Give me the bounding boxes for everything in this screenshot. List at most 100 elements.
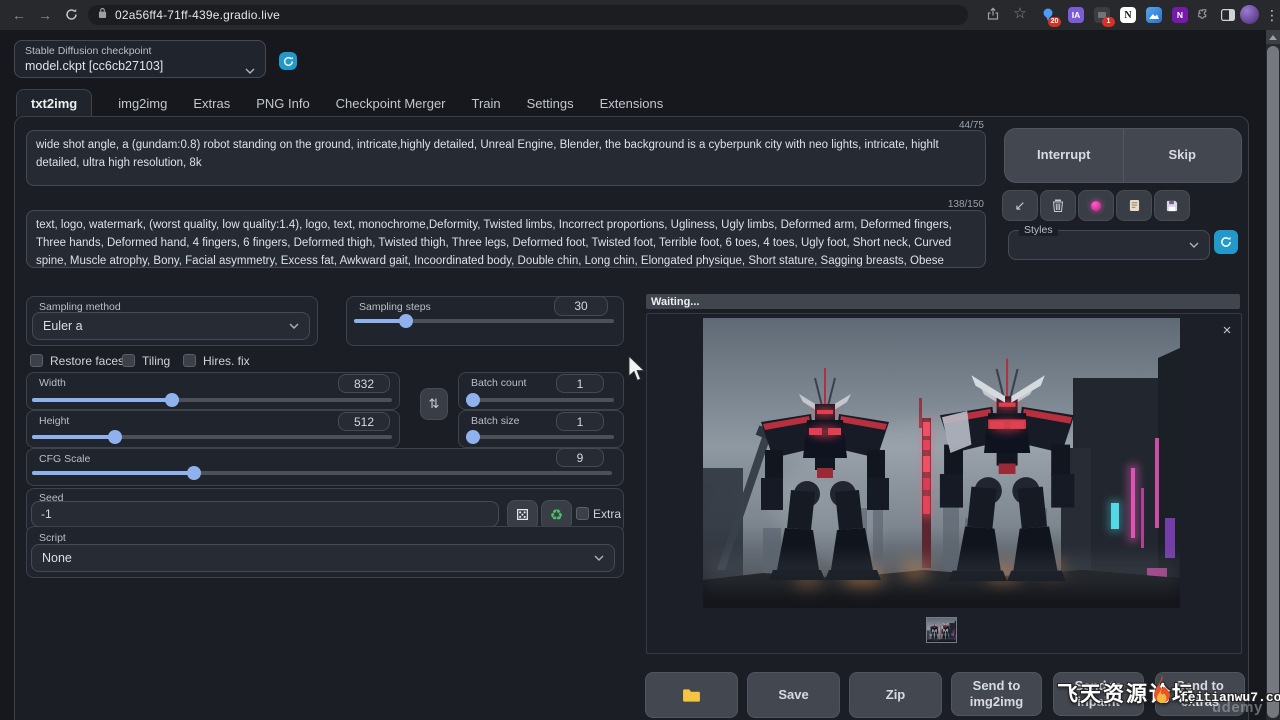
generated-image[interactable] (703, 318, 1180, 608)
ia-extension-icon[interactable]: IA (1068, 7, 1084, 23)
save-style-button[interactable] (1154, 190, 1190, 221)
image-extension-icon[interactable] (1146, 7, 1162, 23)
lock-icon (98, 6, 107, 24)
batch-count-label: Batch count (471, 377, 526, 389)
batch-count-value[interactable] (556, 374, 604, 393)
restore-faces-label: Restore faces (50, 354, 124, 368)
extra-networks-button[interactable] (1078, 190, 1114, 221)
pin-extension-badge: 20 (1048, 17, 1061, 27)
tab-img2img[interactable]: img2img (118, 96, 167, 111)
batch-count-slider[interactable] (466, 398, 614, 402)
extensions-puzzle-icon[interactable] (1196, 7, 1212, 23)
sampling-steps-slider[interactable] (354, 319, 614, 323)
onenote-extension-icon[interactable]: N (1172, 7, 1188, 23)
checkpoint-refresh-button[interactable] (279, 52, 297, 70)
sidebar-panel-icon[interactable] (1220, 7, 1236, 23)
tiling-checkbox[interactable] (122, 354, 135, 367)
height-label: Height (39, 415, 69, 427)
seed-extra-label: Extra (593, 507, 621, 521)
tab-extras[interactable]: Extras (193, 96, 230, 111)
tab-txt2img[interactable]: txt2img (16, 89, 92, 117)
tab-settings[interactable]: Settings (527, 96, 574, 111)
cfg-scale-block: CFG Scale (26, 448, 624, 486)
checkpoint-label: Stable Diffusion checkpoint (25, 45, 151, 57)
mouse-cursor (628, 356, 648, 389)
back-icon[interactable]: ← (10, 6, 28, 24)
batch-size-slider[interactable] (466, 435, 614, 439)
width-slider[interactable] (32, 398, 392, 402)
cfg-scale-label: CFG Scale (39, 453, 90, 465)
skip-button[interactable]: Skip (1124, 129, 1242, 182)
seed-extra-checkbox[interactable] (576, 507, 589, 520)
tab-extensions[interactable]: Extensions (600, 96, 664, 111)
pin-extension-icon[interactable]: 20 (1040, 7, 1056, 23)
slider-knob[interactable] (187, 466, 201, 480)
hires-fix-checkbox[interactable] (183, 354, 196, 367)
paste-params-button[interactable]: ↙ (1002, 190, 1038, 221)
screenshot-extension-badge: 1 (1102, 17, 1115, 27)
slider-knob[interactable] (399, 314, 413, 328)
send-to-img2img-button[interactable]: Send to img2img (951, 672, 1042, 716)
sampling-method-dropdown[interactable]: Euler a (32, 312, 310, 340)
height-value[interactable] (338, 412, 390, 431)
swap-dimensions-button[interactable]: ⇅ (420, 388, 448, 420)
progress-status: Waiting... (646, 294, 1240, 309)
url-text: 02a56ff4-71ff-439e.gradio.live (115, 8, 280, 22)
close-gallery-icon[interactable]: × (1218, 322, 1236, 340)
interrupt-button[interactable]: Interrupt (1005, 129, 1124, 182)
prompt-input[interactable]: wide shot angle, a (gundam:0.8) robot st… (26, 130, 986, 186)
apply-style-button[interactable] (1116, 190, 1152, 221)
script-label: Script (39, 532, 66, 544)
chevron-down-icon (245, 61, 255, 79)
batch-size-value[interactable] (556, 412, 604, 431)
seed-input[interactable] (31, 501, 499, 527)
notion-extension-icon[interactable]: N (1120, 7, 1136, 23)
slider-knob[interactable] (165, 393, 179, 407)
slider-knob[interactable] (466, 430, 480, 444)
cfg-scale-value[interactable] (556, 448, 604, 467)
styles-label: Styles (1019, 224, 1058, 236)
script-dropdown[interactable]: None (31, 544, 615, 572)
share-icon[interactable] (984, 7, 1002, 25)
chevron-down-icon (289, 323, 299, 329)
screen: ← → 02a56ff4-71ff-439e.gradio.live ☆ 20 … (0, 0, 1280, 720)
browser-menu-icon[interactable]: ⋮ (1263, 6, 1280, 24)
bookmark-star-icon[interactable]: ☆ (1011, 5, 1029, 23)
styles-refresh-button[interactable] (1214, 230, 1238, 254)
refresh-icon[interactable] (62, 6, 80, 24)
sampling-steps-label: Sampling steps (359, 301, 431, 313)
udemy-watermark: udemy (1212, 699, 1263, 716)
height-slider[interactable] (32, 435, 392, 439)
interrupt-skip-group: Interrupt Skip (1004, 128, 1242, 183)
tab-png-info[interactable]: PNG Info (256, 96, 309, 111)
save-button[interactable]: Save (747, 672, 840, 718)
open-folder-button[interactable] (645, 672, 738, 718)
forward-icon[interactable]: → (36, 6, 54, 24)
tab-checkpoint-merger[interactable]: Checkpoint Merger (336, 96, 446, 111)
chevron-down-icon (1189, 242, 1199, 248)
negative-prompt-input[interactable]: text, logo, watermark, (worst quality, l… (26, 210, 986, 268)
tab-train[interactable]: Train (472, 96, 501, 111)
scrollbar-up-icon[interactable] (1266, 30, 1280, 44)
styles-dropdown[interactable]: Styles (1008, 230, 1210, 260)
restore-faces-checkbox[interactable] (30, 354, 43, 367)
slider-knob[interactable] (466, 393, 480, 407)
address-bar[interactable]: 02a56ff4-71ff-439e.gradio.live (88, 5, 968, 25)
slider-knob[interactable] (108, 430, 122, 444)
browser-toolbar: ← → 02a56ff4-71ff-439e.gradio.live ☆ 20 … (0, 0, 1280, 31)
folder-icon (682, 688, 701, 703)
profile-avatar[interactable] (1240, 5, 1259, 24)
sampling-steps-value[interactable] (554, 296, 608, 316)
screenshot-extension-icon[interactable]: 1 (1094, 7, 1110, 23)
gallery-thumbnail[interactable] (926, 617, 957, 643)
zip-button[interactable]: Zip (849, 672, 942, 718)
pink-dot-icon (1091, 201, 1101, 211)
hires-fix-label: Hires. fix (203, 354, 250, 368)
batch-size-label: Batch size (471, 415, 519, 427)
cfg-scale-slider[interactable] (32, 471, 612, 475)
width-value[interactable] (338, 374, 390, 393)
clear-prompt-trash-button[interactable] (1040, 190, 1076, 221)
checkpoint-dropdown[interactable]: Stable Diffusion checkpoint model.ckpt [… (14, 40, 266, 78)
scrollbar-thumb[interactable] (1267, 46, 1279, 718)
width-label: Width (39, 377, 66, 389)
